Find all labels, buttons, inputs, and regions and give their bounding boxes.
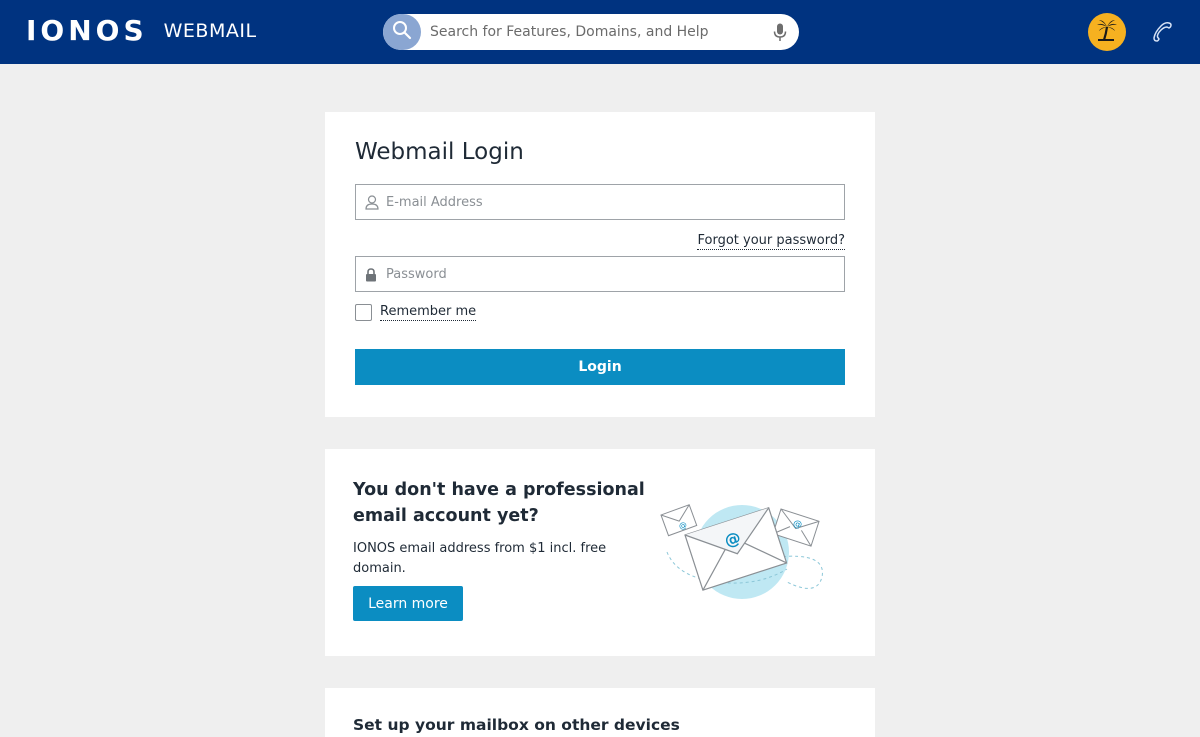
promo-title: You don't have a professional email acco… <box>353 480 645 526</box>
brand-name: IONOS <box>26 14 148 47</box>
email-field-wrapper <box>355 184 845 220</box>
promo-card: You don't have a professional email acco… <box>325 449 875 656</box>
top-bar: IONOS WEBMAIL <box>0 0 1200 64</box>
login-card: Webmail Login Forgot your password? Reme… <box>325 112 875 417</box>
remember-me[interactable]: Remember me <box>355 304 477 321</box>
search-input[interactable] <box>430 22 760 42</box>
devices-card: Set up your mailbox on other devices <box>325 688 875 737</box>
remember-me-checkbox[interactable] <box>355 304 372 321</box>
forgot-password-link[interactable]: Forgot your password? <box>697 233 845 250</box>
search-icon <box>392 20 412 44</box>
devices-title: Set up your mailbox on other devices <box>353 716 680 734</box>
palm-tree-icon <box>1095 18 1119 46</box>
email-field[interactable] <box>386 193 826 211</box>
microphone-icon[interactable] <box>773 23 787 46</box>
learn-more-button[interactable]: Learn more <box>353 586 463 621</box>
product-name: WEBMAIL <box>163 20 257 42</box>
lock-icon <box>365 267 377 286</box>
avatar[interactable] <box>1088 13 1126 51</box>
logo[interactable]: IONOS WEBMAIL <box>26 15 257 47</box>
password-field[interactable] <box>386 265 826 283</box>
login-button[interactable]: Login <box>355 349 845 385</box>
phone-icon[interactable] <box>1150 20 1174 48</box>
remember-me-label[interactable]: Remember me <box>380 304 477 321</box>
login-title: Webmail Login <box>355 139 524 165</box>
promo-text: IONOS email address from $1 incl. free d… <box>353 541 607 576</box>
email-illustration: @ @ @ <box>657 497 832 611</box>
password-field-wrapper <box>355 256 845 292</box>
search-button[interactable] <box>383 14 421 50</box>
search-bar <box>383 14 799 50</box>
user-icon <box>365 195 379 214</box>
